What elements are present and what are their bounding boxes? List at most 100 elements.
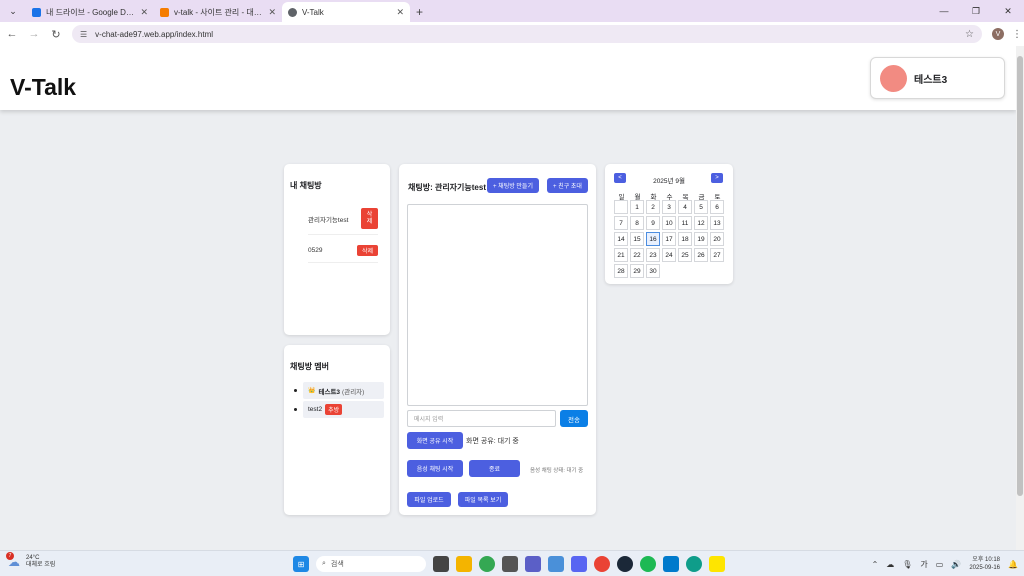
bookmark-star-icon[interactable]: ☆ — [965, 29, 974, 40]
discord-icon[interactable] — [571, 556, 587, 572]
notification-bell-icon[interactable]: 🔔 — [1008, 560, 1018, 569]
steam-icon[interactable] — [617, 556, 633, 572]
next-month-button[interactable]: > — [711, 173, 723, 183]
list-bullet — [294, 408, 297, 411]
calendar-day[interactable]: 12 — [694, 216, 708, 230]
close-tab-icon[interactable]: ✕ — [140, 7, 148, 18]
network-icon[interactable]: ▭ — [936, 560, 944, 569]
calendar-day[interactable]: 13 — [710, 216, 724, 230]
chat-messages-area[interactable] — [407, 204, 588, 406]
url-bar[interactable]: ☰ v-chat-ade97.web.app/index.html ☆ — [72, 25, 982, 43]
tab-vtalk[interactable]: V-Talk ✕ — [282, 2, 410, 22]
close-tab-icon[interactable]: ✕ — [268, 7, 276, 18]
file-explorer-icon[interactable] — [456, 556, 472, 572]
calendar-day[interactable]: 14 — [614, 232, 628, 246]
delete-room-button[interactable]: 삭제 — [361, 208, 378, 229]
ime-indicator[interactable]: 가 — [920, 559, 927, 570]
kakaotalk-icon[interactable] — [709, 556, 725, 572]
calendar-day[interactable]: 18 — [678, 232, 692, 246]
new-tab-plus-icon[interactable]: + — [416, 5, 423, 19]
calendar-day[interactable]: 28 — [614, 264, 628, 278]
calendar-day[interactable]: 27 — [710, 248, 724, 262]
edge-icon[interactable] — [686, 556, 702, 572]
room-item[interactable]: 관리자기능test 삭제 — [308, 208, 378, 229]
calendar-day[interactable]: 2 — [646, 200, 660, 214]
calendar-day[interactable]: 19 — [694, 232, 708, 246]
screen-share-button[interactable]: 화면 공유 시작 — [407, 432, 463, 449]
tab-search-menu-icon[interactable]: ⌄ — [4, 2, 22, 20]
calendar-day[interactable]: 30 — [646, 264, 660, 278]
windows-start-icon[interactable]: ⊞ — [293, 556, 309, 572]
calendar-day[interactable]: 20 — [710, 232, 724, 246]
spotify-icon[interactable] — [640, 556, 656, 572]
file-list-button[interactable]: 파일 목록 보기 — [458, 492, 508, 507]
calendar-day[interactable]: 4 — [678, 200, 692, 214]
calendar-day[interactable]: 9 — [646, 216, 660, 230]
minimize-icon[interactable]: — — [928, 0, 960, 22]
calendar-day[interactable]: 3 — [662, 200, 676, 214]
calendar-day[interactable]: 24 — [662, 248, 676, 262]
create-room-button[interactable]: + 채팅방 만들기 — [487, 178, 539, 193]
calendar-day[interactable]: 23 — [646, 248, 660, 262]
volume-icon[interactable]: 🔊 — [951, 560, 961, 569]
scrollbar-thumb[interactable] — [1017, 56, 1023, 496]
delete-room-button[interactable]: 삭제 — [357, 245, 378, 256]
calculator-icon[interactable] — [502, 556, 518, 572]
chrome-icon[interactable] — [479, 556, 495, 572]
clock[interactable]: 오후 10:18 2025-09-16 — [969, 556, 1000, 572]
app-logo-title: V-Talk — [10, 74, 77, 100]
teams-icon[interactable] — [525, 556, 541, 572]
restore-icon[interactable]: ❐ — [960, 0, 992, 22]
taskbar-search[interactable]: ⌕ 검색 — [316, 556, 426, 572]
calendar-day[interactable]: 21 — [614, 248, 628, 262]
close-window-icon[interactable]: ✕ — [992, 0, 1024, 22]
page-scrollbar[interactable] — [1016, 46, 1024, 550]
profile-avatar[interactable]: V — [992, 28, 1004, 40]
calendar-day-today[interactable]: 16 — [646, 232, 660, 246]
delete-label: 삭제 — [366, 211, 373, 225]
app-header: V-Talk 테스트3 — [0, 46, 1016, 110]
search-icon: ⌕ — [322, 560, 326, 567]
calendar-day[interactable]: 26 — [694, 248, 708, 262]
site-settings-icon[interactable]: ☰ — [80, 30, 87, 39]
cloud-sync-icon[interactable]: ☁ — [886, 560, 894, 569]
user-profile-card[interactable]: 테스트3 — [870, 57, 1005, 99]
microphone-icon[interactable]: 🎙 — [902, 560, 912, 569]
calendar-day[interactable]: 29 — [630, 264, 644, 278]
calendar-day[interactable]: 11 — [678, 216, 692, 230]
forward-arrow-icon[interactable]: → — [24, 28, 44, 40]
show-hidden-icons-icon[interactable]: ⌃ — [872, 560, 879, 569]
member-item[interactable]: test2 추방 — [294, 401, 384, 418]
user-avatar — [880, 64, 907, 92]
calendar-day[interactable]: 10 — [662, 216, 676, 230]
invite-friend-button[interactable]: + 친구 초대 — [547, 178, 588, 193]
calendar-day[interactable]: 1 — [630, 200, 644, 214]
calendar-day[interactable]: 25 — [678, 248, 692, 262]
notepad-icon[interactable] — [548, 556, 564, 572]
chrome-active-icon[interactable] — [594, 556, 610, 572]
room-item[interactable]: 0529 삭제 — [308, 245, 378, 256]
back-arrow-icon[interactable]: ← — [2, 28, 22, 40]
voice-chat-start-button[interactable]: 음성 채팅 시작 — [407, 460, 463, 477]
calendar-day[interactable]: 5 — [694, 200, 708, 214]
close-tab-icon[interactable]: ✕ — [396, 7, 404, 18]
send-button[interactable]: 전송 — [560, 410, 588, 427]
calendar-day[interactable]: 17 — [662, 232, 676, 246]
task-view-icon[interactable] — [433, 556, 449, 572]
reload-icon[interactable]: ↻ — [46, 28, 66, 41]
calendar-day[interactable]: 6 — [710, 200, 724, 214]
tab-site-admin[interactable]: v-talk - 사이트 관리 - 대시보드 ✕ — [154, 2, 282, 22]
file-upload-button[interactable]: 파일 업로드 — [407, 492, 451, 507]
tab-google-drive[interactable]: 내 드라이브 - Google Drive ✕ — [26, 2, 154, 22]
message-input[interactable]: 메시지 입력 — [407, 410, 556, 427]
weather-widget[interactable]: ☁ 7 24°C 대체로 흐림 — [6, 552, 55, 569]
calendar-day[interactable]: 8 — [630, 216, 644, 230]
kick-member-button[interactable]: 추방 — [325, 404, 343, 415]
vscode-icon[interactable] — [663, 556, 679, 572]
calendar-day[interactable]: 22 — [630, 248, 644, 262]
calendar-day[interactable]: 15 — [630, 232, 644, 246]
browser-menu-icon[interactable]: ⋮ — [1012, 29, 1022, 40]
voice-chat-end-button[interactable]: 종료 — [469, 460, 520, 477]
calendar-day[interactable]: 7 — [614, 216, 628, 230]
member-item[interactable]: 👑 테스트3 (관리자) — [294, 382, 384, 399]
